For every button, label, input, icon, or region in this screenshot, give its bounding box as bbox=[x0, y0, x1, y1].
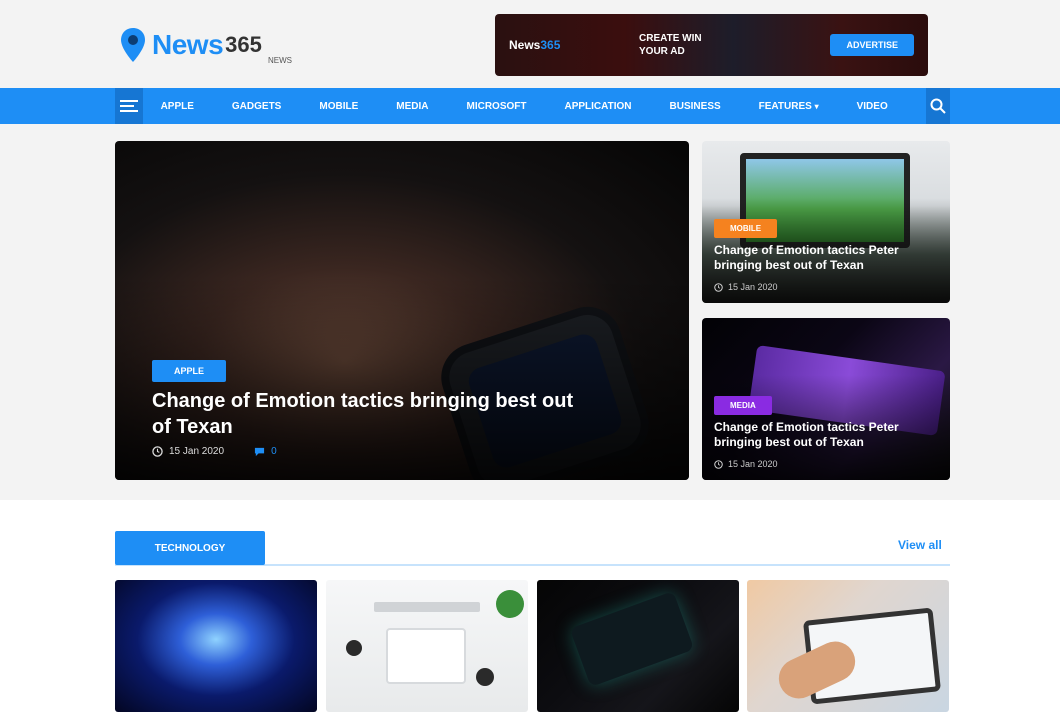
article-thumbnail[interactable] bbox=[115, 580, 317, 712]
thumb-keyboard bbox=[374, 602, 480, 612]
featured-main-comments: 0 bbox=[271, 446, 277, 457]
featured-side-meta: 15 Jan 2020 bbox=[714, 282, 778, 292]
nav-item-video[interactable]: Video bbox=[857, 101, 888, 112]
header-ad-banner[interactable]: News365 CREATE WIN YOUR AD ADVERTISE bbox=[495, 14, 928, 76]
thumb-plant bbox=[496, 590, 524, 618]
clock-icon bbox=[152, 446, 163, 457]
section-divider bbox=[115, 564, 950, 566]
nav-item-features-label: Features bbox=[758, 100, 812, 112]
featured-main-date: 15 Jan 2020 bbox=[169, 446, 225, 457]
nav-menu: Apple Gadgets Mobile Media Microsoft App… bbox=[143, 101, 926, 112]
site-logo[interactable]: News 365 NEWS bbox=[120, 20, 292, 70]
hamburger-icon bbox=[119, 100, 138, 112]
view-all-link[interactable]: View all bbox=[898, 538, 942, 552]
thumb-phone bbox=[569, 591, 695, 687]
featured-side-title[interactable]: Change of Emotion tactics Peter bringing… bbox=[714, 420, 940, 450]
featured-side-date: 15 Jan 2020 bbox=[728, 282, 778, 292]
featured-main-meta: 15 Jan 2020 0 bbox=[152, 446, 277, 457]
banner-cta-button[interactable]: ADVERTISE bbox=[830, 34, 914, 56]
nav-item-microsoft[interactable]: Microsoft bbox=[466, 101, 526, 112]
nav-item-mobile[interactable]: Mobile bbox=[319, 101, 358, 112]
main-navbar: Apple Gadgets Mobile Media Microsoft App… bbox=[0, 88, 1060, 124]
featured-side-date: 15 Jan 2020 bbox=[728, 459, 778, 469]
featured-side-card[interactable]: MOBILE Change of Emotion tactics Peter b… bbox=[702, 141, 950, 303]
logo-text: News bbox=[152, 29, 224, 60]
nav-item-media[interactable]: Media bbox=[396, 101, 428, 112]
article-thumbnail[interactable] bbox=[326, 580, 528, 712]
banner-brand: News365 bbox=[509, 38, 639, 52]
navbar-inner: Apple Gadgets Mobile Media Microsoft App… bbox=[115, 88, 950, 124]
menu-toggle-button[interactable] bbox=[115, 88, 143, 124]
featured-side-category-badge[interactable]: MOBILE bbox=[714, 219, 778, 238]
article-thumbnail[interactable] bbox=[537, 580, 739, 712]
banner-brand-accent: 365 bbox=[540, 38, 561, 52]
thumb-notepad bbox=[386, 628, 466, 684]
clock-icon bbox=[714, 459, 723, 469]
featured-side-title[interactable]: Change of Emotion tactics Peter bringing… bbox=[714, 243, 940, 273]
banner-headline: CREATE WIN YOUR AD bbox=[639, 32, 789, 58]
nav-item-apple[interactable]: Apple bbox=[161, 101, 194, 112]
comment-icon bbox=[254, 447, 265, 457]
thumb-cup bbox=[346, 640, 362, 656]
featured-main-title[interactable]: Change of Emotion tactics bringing best … bbox=[152, 388, 582, 440]
search-button[interactable] bbox=[925, 88, 950, 124]
featured-side-card[interactable]: MEDIA Change of Emotion tactics Peter br… bbox=[702, 318, 950, 480]
banner-headline-line1: CREATE WIN bbox=[639, 33, 702, 44]
featured-side-meta: 15 Jan 2020 bbox=[714, 459, 778, 469]
section-tag-technology[interactable]: Technology bbox=[115, 531, 265, 565]
banner-brand-main: News bbox=[509, 38, 541, 52]
search-icon bbox=[930, 98, 946, 114]
logo-number: 365 bbox=[225, 32, 262, 57]
nav-item-features[interactable]: Features ▾ bbox=[759, 101, 819, 112]
article-thumbnail[interactable] bbox=[747, 580, 949, 712]
nav-item-application[interactable]: Application bbox=[564, 101, 631, 112]
nav-item-business[interactable]: Business bbox=[670, 101, 721, 112]
clock-icon bbox=[714, 282, 723, 292]
nav-item-gadgets[interactable]: Gadgets bbox=[232, 101, 281, 112]
chevron-down-icon: ▾ bbox=[814, 101, 819, 111]
logo-tagline: NEWS bbox=[268, 56, 292, 65]
featured-side-category-badge[interactable]: MEDIA bbox=[714, 396, 772, 415]
location-pin-icon bbox=[120, 27, 146, 63]
featured-main-category-badge[interactable]: APPLE bbox=[152, 360, 227, 382]
banner-headline-line2: YOUR AD bbox=[639, 46, 685, 57]
thumb-cup bbox=[476, 668, 494, 686]
